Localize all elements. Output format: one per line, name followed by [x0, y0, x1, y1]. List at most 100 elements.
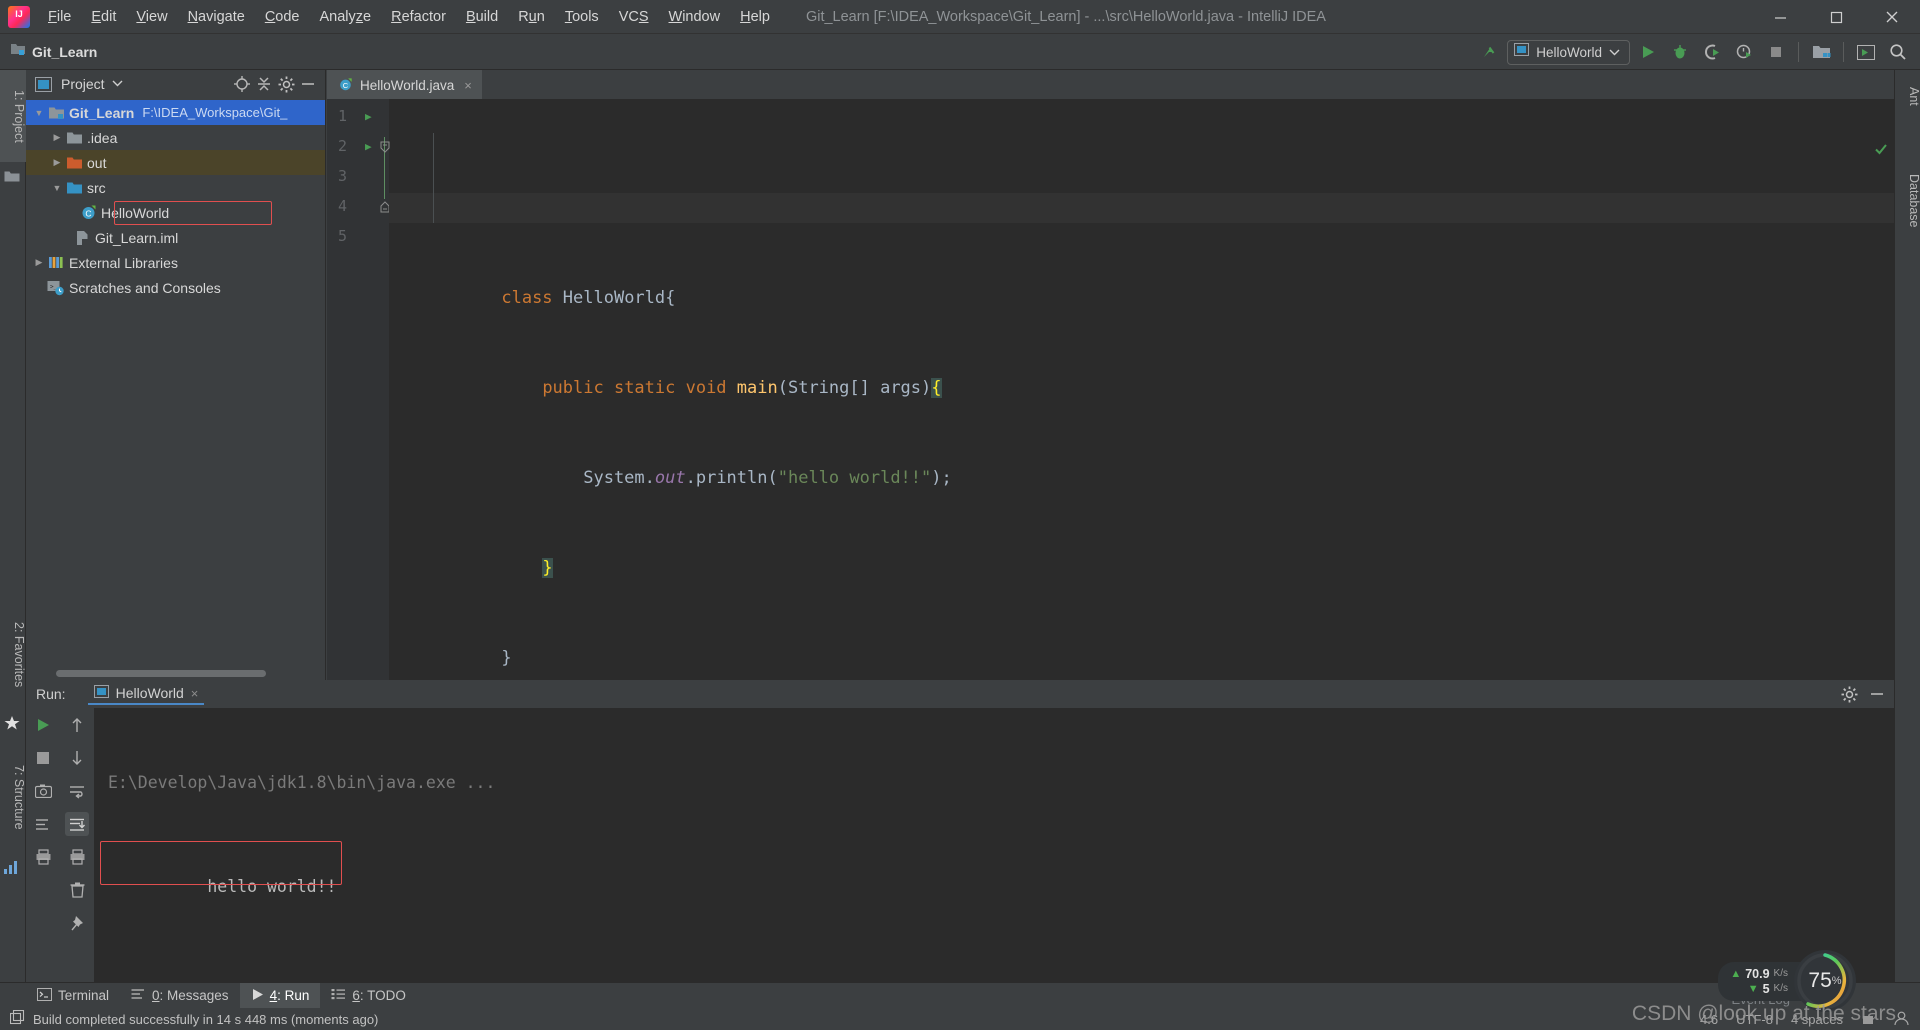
chevron-collapsed-icon[interactable]: ▶ — [50, 132, 64, 143]
tree-node-label: External Libraries — [69, 254, 178, 271]
run-gutter-icon[interactable]: ▶ — [365, 110, 372, 123]
main-menu[interactable]: File Edit View Navigate Code Analyze Ref… — [38, 0, 780, 33]
menu-item-navigate[interactable]: Navigate — [178, 6, 255, 28]
menu-item-code[interactable]: Code — [255, 6, 310, 28]
structure-icon[interactable] — [4, 860, 22, 878]
sidebar-item-terminal[interactable]: Terminal — [26, 983, 120, 1009]
search-everywhere-icon[interactable] — [1884, 38, 1912, 66]
chevron-expanded-icon[interactable]: ▼ — [50, 183, 64, 193]
line-number: 3 — [337, 167, 347, 185]
menu-item-tools[interactable]: Tools — [555, 6, 609, 28]
minimize-icon[interactable] — [1752, 0, 1808, 34]
menu-item-edit[interactable]: Edit — [81, 6, 126, 28]
tree-node-git-learn[interactable]: ▼ Git_Learn F:\IDEA_Workspace\Git_ — [26, 100, 325, 125]
tree-node-scratches[interactable]: >_ Scratches and Consoles — [26, 275, 325, 300]
soft-wrap-icon[interactable] — [65, 779, 89, 803]
arrow-down-icon: ▼ — [1747, 982, 1759, 995]
tree-node-src[interactable]: ▼ src — [26, 175, 325, 200]
menu-item-view[interactable]: View — [126, 6, 177, 28]
profile-icon[interactable] — [1730, 38, 1758, 66]
window-controls[interactable] — [1752, 0, 1920, 34]
tree-node-idea[interactable]: ▶ .idea — [26, 125, 325, 150]
editor-body[interactable]: 1 2 3 4 5 ▶ ▶ class HelloWorld{public s… — [327, 99, 1894, 763]
sidebar-item-messages[interactable]: 0: Messages — [120, 983, 240, 1009]
sidebar-item-ant[interactable]: Ant — [1895, 70, 1920, 122]
maximize-icon[interactable] — [1808, 0, 1864, 34]
inspection-ok-icon[interactable] — [1790, 107, 1888, 197]
code-line-5[interactable]: } — [399, 613, 1894, 668]
close-icon[interactable] — [1864, 0, 1920, 34]
hide-icon[interactable] — [297, 73, 319, 95]
iml-file-icon — [72, 230, 92, 246]
scroll-to-end-icon[interactable] — [65, 812, 89, 836]
update-project-icon[interactable] — [1475, 38, 1503, 66]
tree-node-label: Scratches and Consoles — [69, 279, 221, 296]
print-icon[interactable] — [65, 845, 89, 869]
close-icon[interactable]: × — [464, 78, 472, 93]
run-icon[interactable] — [1634, 38, 1662, 66]
run-coverage-icon[interactable] — [1698, 38, 1726, 66]
menu-item-refactor[interactable]: Refactor — [381, 6, 456, 28]
code-content[interactable]: class HelloWorld{ public static void mai… — [389, 99, 1894, 763]
messages-icon — [131, 988, 146, 1003]
code-line-1[interactable]: class HelloWorld{ — [399, 253, 1894, 308]
menu-item-vcs[interactable]: VCS — [609, 6, 659, 28]
project-tree[interactable]: ▼ Git_Learn F:\IDEA_Workspace\Git_ ▶ .id… — [26, 98, 325, 680]
rerun-icon[interactable] — [31, 713, 55, 737]
chevron-down-icon[interactable] — [112, 79, 123, 90]
settings-gear-icon[interactable] — [275, 73, 297, 95]
code-line-4[interactable]: } — [399, 523, 1894, 578]
screenshot-icon[interactable] — [31, 779, 55, 803]
run-gutter-icon[interactable]: ▶ — [365, 140, 372, 153]
star-icon[interactable] — [4, 715, 22, 733]
menu-item-build[interactable]: Build — [456, 6, 508, 28]
run-config-icon — [1514, 43, 1530, 61]
chevron-down-icon[interactable] — [1609, 43, 1620, 61]
sidebar-item-database[interactable]: Database — [1895, 146, 1920, 256]
menu-item-analyze[interactable]: Analyze — [310, 6, 382, 28]
run-tab-helloworld[interactable]: HelloWorld × — [87, 683, 205, 705]
settings-gear-icon[interactable] — [1838, 683, 1860, 705]
tab-helloworld-java[interactable]: C HelloWorld.java × — [327, 70, 482, 99]
tree-node-path: F:\IDEA_Workspace\Git_ — [142, 105, 288, 120]
code-line-3[interactable]: System.out.println("hello world!!"); — [399, 433, 1894, 488]
project-name: Git_Learn — [32, 43, 98, 60]
toggle-tool-window-icon[interactable] — [1852, 38, 1880, 66]
right-tool-window-strip: Ant Database — [1894, 70, 1920, 994]
down-icon[interactable] — [65, 746, 89, 770]
sidebar-item-favorites[interactable]: 2: Favorites — [0, 600, 26, 710]
print-icon[interactable] — [31, 845, 55, 869]
sidebar-item-run[interactable]: 4: Run — [239, 982, 321, 1009]
editor-gutter[interactable]: 1 2 3 4 5 ▶ ▶ — [327, 99, 390, 763]
close-icon[interactable]: × — [191, 686, 199, 701]
code-line-2[interactable]: public static void main(String[] args){ — [399, 343, 1894, 398]
sidebar-item-project[interactable]: 1: Project — [0, 70, 26, 162]
tree-node-out[interactable]: ▶ out — [26, 150, 325, 175]
hide-icon[interactable] — [1866, 683, 1888, 705]
menu-item-window[interactable]: Window — [659, 6, 731, 28]
folder-icon[interactable] — [4, 170, 22, 188]
tree-node-iml[interactable]: Git_Learn.iml — [26, 225, 325, 250]
chevron-collapsed-icon[interactable]: ▶ — [50, 157, 64, 168]
tree-node-helloworld[interactable]: C HelloWorld — [26, 200, 325, 225]
sidebar-item-todo[interactable]: 6: TODO — [320, 983, 417, 1009]
pin-icon[interactable] — [65, 911, 89, 935]
project-tree-horizontal-scrollbar[interactable] — [56, 670, 266, 677]
project-breadcrumb[interactable]: Git_Learn — [10, 42, 97, 61]
collapse-all-icon[interactable] — [253, 73, 275, 95]
locate-icon[interactable] — [231, 73, 253, 95]
menu-item-file[interactable]: File — [38, 6, 81, 28]
up-icon[interactable] — [65, 713, 89, 737]
chevron-collapsed-icon[interactable]: ▶ — [32, 257, 46, 268]
clear-all-icon[interactable] — [65, 878, 89, 902]
thread-dump-icon[interactable] — [31, 812, 55, 836]
stop-icon[interactable] — [31, 746, 55, 770]
sidebar-item-structure[interactable]: 7: Structure — [0, 742, 26, 852]
tree-node-external-libraries[interactable]: ▶ External Libraries — [26, 250, 325, 275]
project-structure-icon[interactable] — [1807, 38, 1835, 66]
debug-icon[interactable] — [1666, 38, 1694, 66]
menu-item-help[interactable]: Help — [730, 6, 780, 28]
menu-item-run[interactable]: Run — [508, 6, 555, 28]
chevron-expanded-icon[interactable]: ▼ — [32, 108, 46, 118]
run-configuration-selector[interactable]: HelloWorld — [1507, 39, 1630, 65]
